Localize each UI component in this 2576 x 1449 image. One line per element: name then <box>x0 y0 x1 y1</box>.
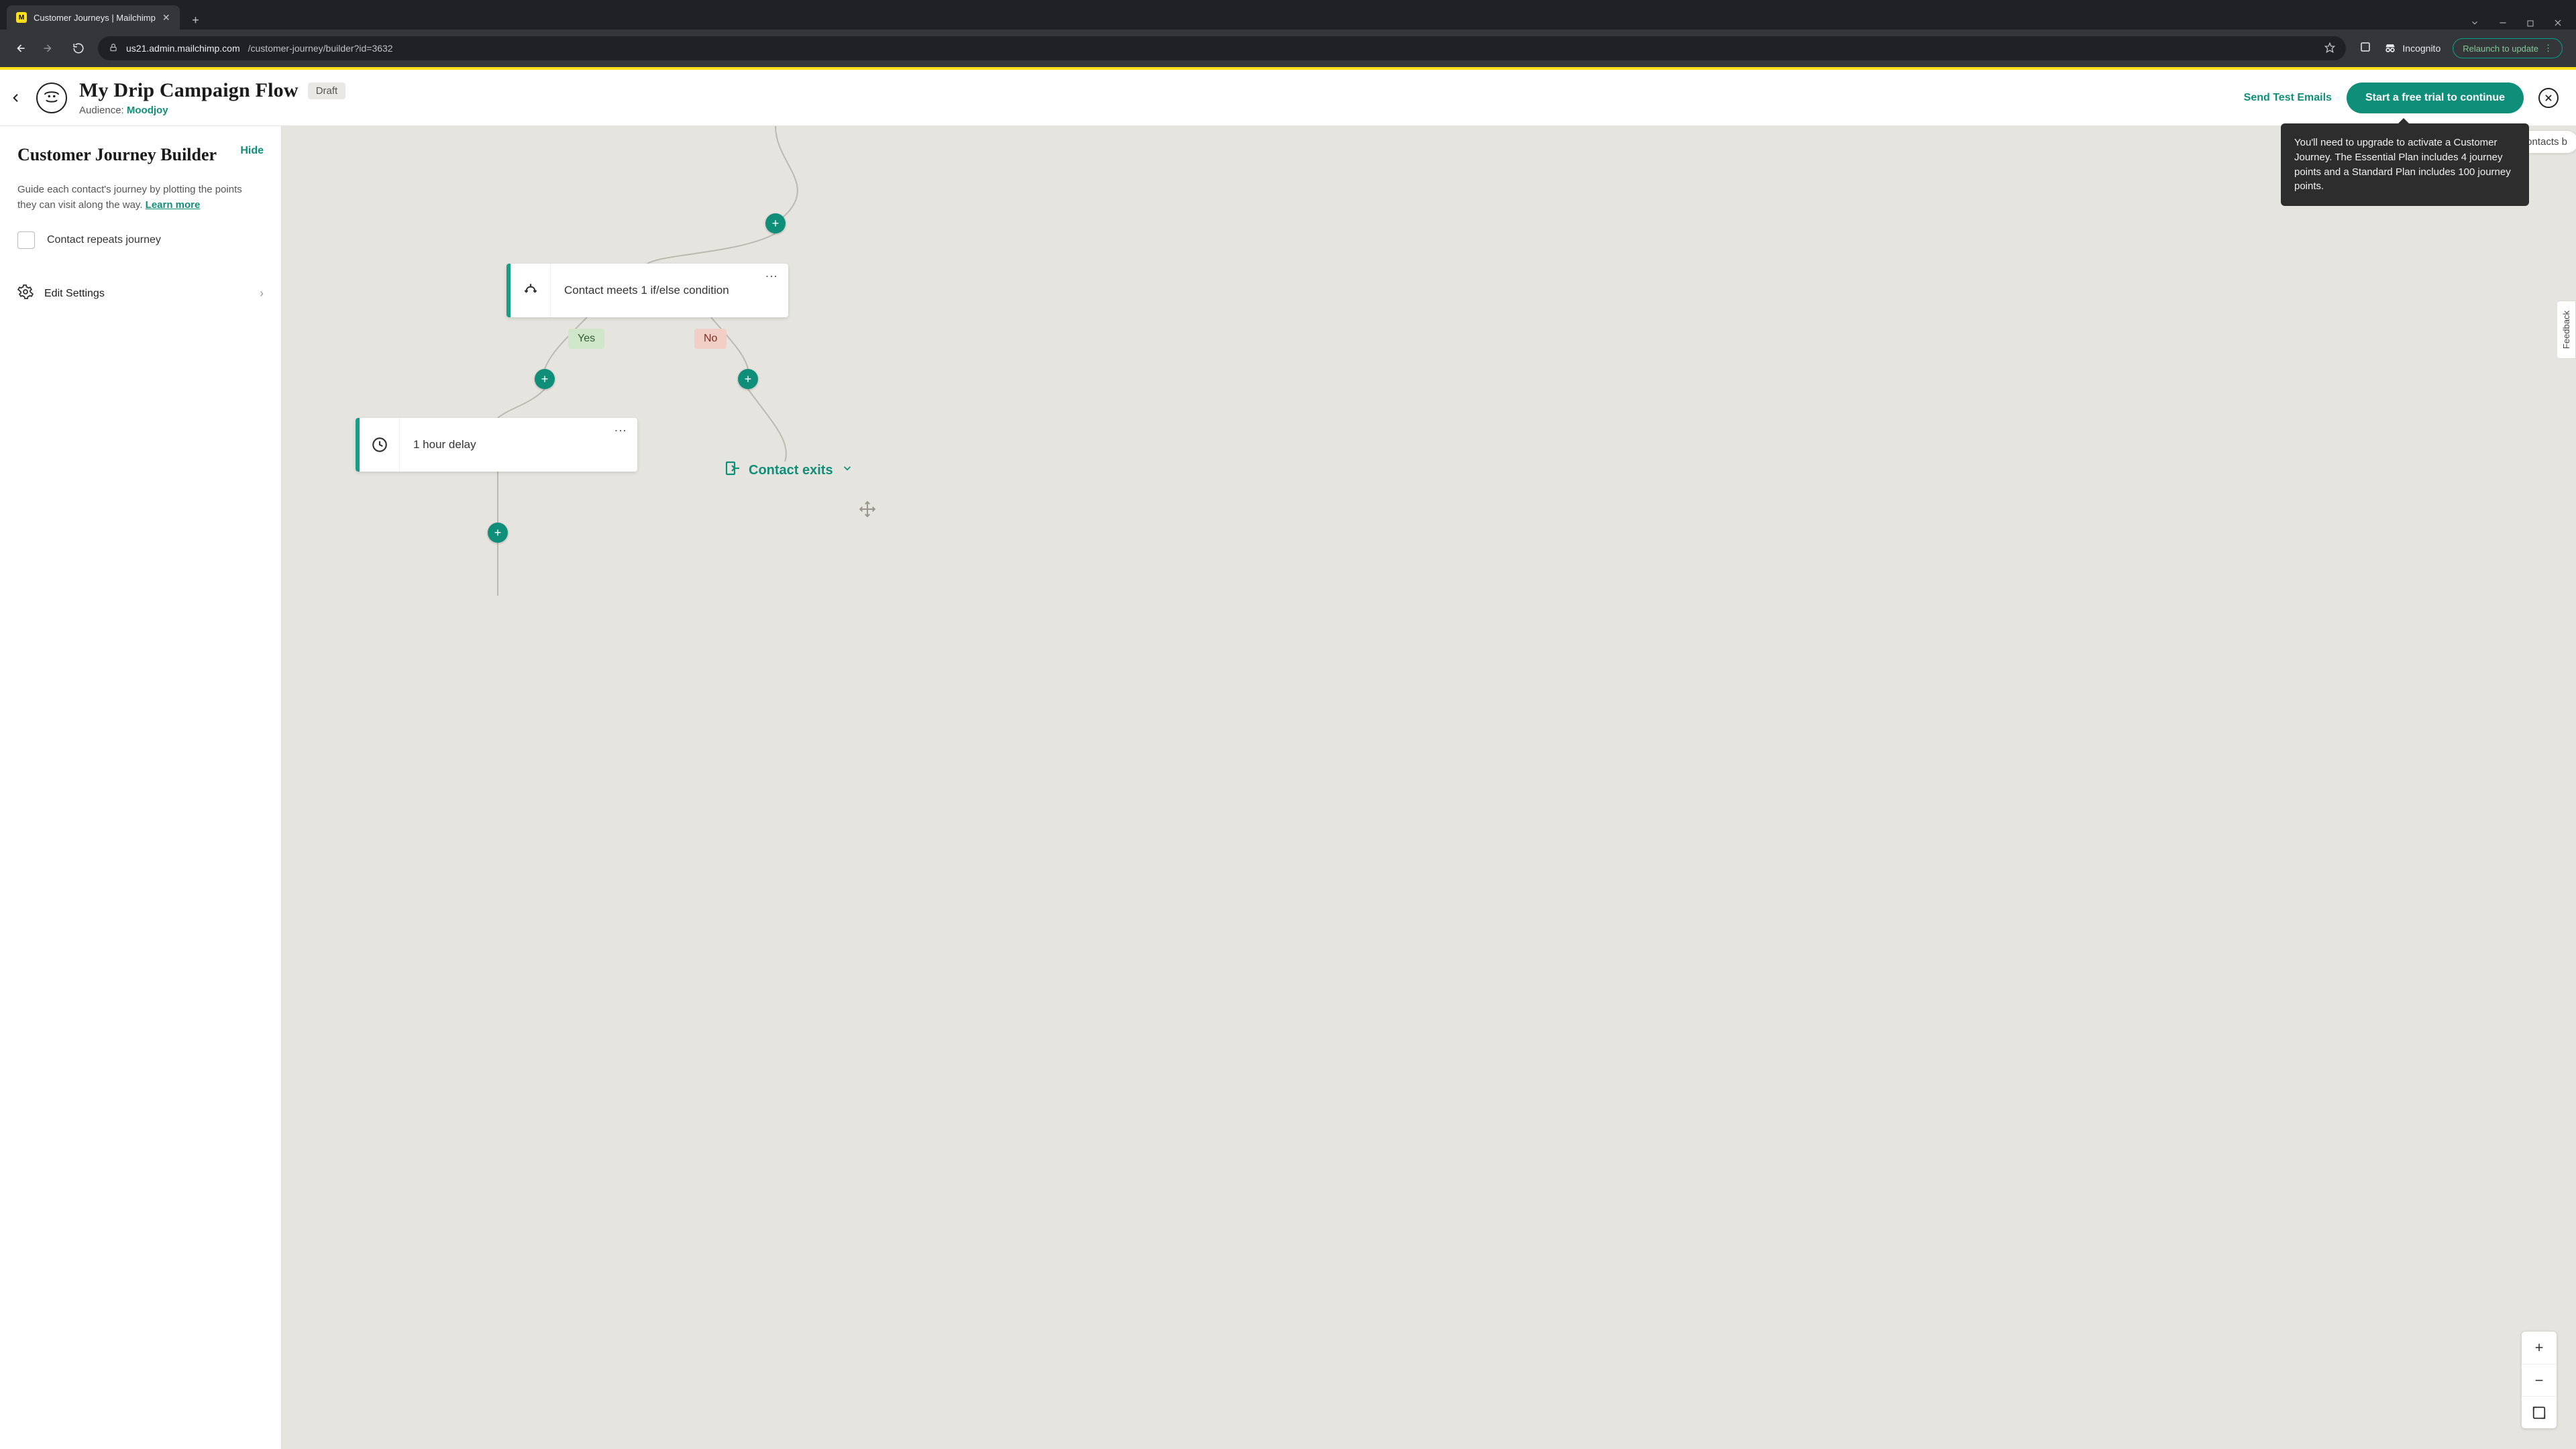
chevron-right-icon: › <box>260 286 264 301</box>
delay-node-menu-icon[interactable]: ⋮ <box>613 425 628 437</box>
zoom-in-button[interactable]: + <box>2522 1332 2557 1364</box>
condition-node[interactable]: Contact meets 1 if/else condition ⋮ <box>506 264 788 317</box>
mailchimp-app: My Drip Campaign Flow Draft Audience: Mo… <box>0 67 2576 1449</box>
tab-close-icon[interactable]: ✕ <box>162 12 170 23</box>
add-step-button-no[interactable]: + <box>738 369 758 389</box>
url-path: /customer-journey/builder?id=3632 <box>248 43 393 54</box>
exit-icon <box>724 460 741 480</box>
address-bar[interactable]: us21.admin.mailchimp.com/customer-journe… <box>98 36 2346 60</box>
nav-forward-button[interactable] <box>39 38 59 58</box>
nav-back-button[interactable] <box>9 38 30 58</box>
browser-tab[interactable]: M Customer Journeys | Mailchimp ✕ <box>7 5 180 30</box>
clock-icon <box>360 418 400 472</box>
app-header: My Drip Campaign Flow Draft Audience: Mo… <box>0 70 2576 126</box>
contact-exits-action[interactable]: Contact exits <box>724 460 853 480</box>
gear-icon <box>17 284 34 303</box>
send-test-emails-link[interactable]: Send Test Emails <box>2244 92 2332 104</box>
audience-label: Audience: <box>79 105 124 116</box>
page-title: My Drip Campaign Flow <box>79 79 299 102</box>
sidebar-description-text: Guide each contact's journey by plotting… <box>17 184 242 211</box>
close-button[interactable] <box>2538 88 2559 108</box>
branch-yes-label: Yes <box>568 329 604 349</box>
delay-node[interactable]: 1 hour delay ⋮ <box>356 418 637 472</box>
header-actions: Send Test Emails Start a free trial to c… <box>2244 83 2559 113</box>
extensions-icon[interactable] <box>2359 41 2371 56</box>
sidebar-description: Guide each contact's journey by plotting… <box>17 182 264 213</box>
add-step-button-top[interactable]: + <box>765 213 786 233</box>
upgrade-tooltip: You'll need to upgrade to activate a Cus… <box>2281 123 2529 206</box>
start-trial-button[interactable]: Start a free trial to continue <box>2347 83 2524 113</box>
condition-node-label: Contact meets 1 if/else condition <box>551 269 788 312</box>
audience-name-link[interactable]: Moodjoy <box>127 105 168 116</box>
bookmark-star-icon[interactable] <box>2324 42 2335 55</box>
window-maximize-icon[interactable] <box>2526 19 2534 30</box>
zoom-panel: + − <box>2521 1331 2557 1429</box>
window-controls <box>2470 18 2576 30</box>
title-block: My Drip Campaign Flow Draft Audience: Mo… <box>79 79 345 116</box>
zoom-fit-button[interactable] <box>2522 1396 2557 1428</box>
favicon-mailchimp: M <box>16 12 27 23</box>
move-cursor-icon <box>859 500 876 521</box>
delay-node-label: 1 hour delay <box>400 423 637 466</box>
chevron-down-icon <box>841 462 853 478</box>
relaunch-label: Relaunch to update <box>2463 44 2538 54</box>
incognito-indicator[interactable]: Incognito <box>2383 42 2440 55</box>
lock-icon <box>109 43 118 54</box>
app-body: Customer Journey Builder Hide Guide each… <box>0 126 2576 1449</box>
relaunch-button[interactable]: Relaunch to update ⋮ <box>2453 38 2563 58</box>
nav-reload-button[interactable] <box>68 38 89 58</box>
branch-icon <box>511 264 551 317</box>
repeat-journey-row[interactable]: Contact repeats journey <box>17 231 264 249</box>
edit-settings-label: Edit Settings <box>44 288 105 300</box>
journey-canvas[interactable]: ontacts b + Contact meets 1 if/else cond… <box>282 126 2576 1449</box>
window-minimize-icon[interactable] <box>2498 18 2508 30</box>
flow-connectors <box>282 126 2576 1449</box>
browser-chrome: M Customer Journeys | Mailchimp ✕ + <box>0 0 2576 67</box>
condition-node-menu-icon[interactable]: ⋮ <box>764 270 779 283</box>
add-step-button-yes[interactable]: + <box>535 369 555 389</box>
repeat-journey-checkbox[interactable] <box>17 231 35 249</box>
tab-title: Customer Journeys | Mailchimp <box>34 13 156 23</box>
sidebar: Customer Journey Builder Hide Guide each… <box>0 126 282 1449</box>
edit-settings-row[interactable]: Edit Settings › <box>17 276 264 311</box>
new-tab-button[interactable]: + <box>186 11 205 30</box>
url-host: us21.admin.mailchimp.com <box>126 43 240 54</box>
sidebar-title: Customer Journey Builder <box>17 145 217 165</box>
incognito-label: Incognito <box>2402 43 2440 54</box>
branch-no-label: No <box>694 329 727 349</box>
back-button[interactable] <box>8 90 24 106</box>
kebab-icon: ⋮ <box>2544 43 2553 54</box>
mailchimp-logo[interactable] <box>36 83 67 113</box>
repeat-journey-label: Contact repeats journey <box>47 234 161 246</box>
window-close-icon[interactable] <box>2553 18 2563 30</box>
learn-more-link[interactable]: Learn more <box>146 199 201 211</box>
feedback-tab[interactable]: Feedback <box>2557 301 2576 359</box>
add-step-button-bottom[interactable]: + <box>488 523 508 543</box>
status-badge: Draft <box>308 83 346 99</box>
zoom-out-button[interactable]: − <box>2522 1364 2557 1396</box>
contact-exits-label: Contact exits <box>749 463 833 478</box>
chrome-right-cluster: Incognito Relaunch to update ⋮ <box>2355 38 2567 58</box>
tab-strip: M Customer Journeys | Mailchimp ✕ + <box>0 0 2576 30</box>
hide-sidebar-link[interactable]: Hide <box>240 145 264 157</box>
tabs-dropdown-icon[interactable] <box>2470 18 2479 30</box>
audience-row: Audience: Moodjoy <box>79 105 345 116</box>
browser-nav-row: us21.admin.mailchimp.com/customer-journe… <box>0 30 2576 67</box>
